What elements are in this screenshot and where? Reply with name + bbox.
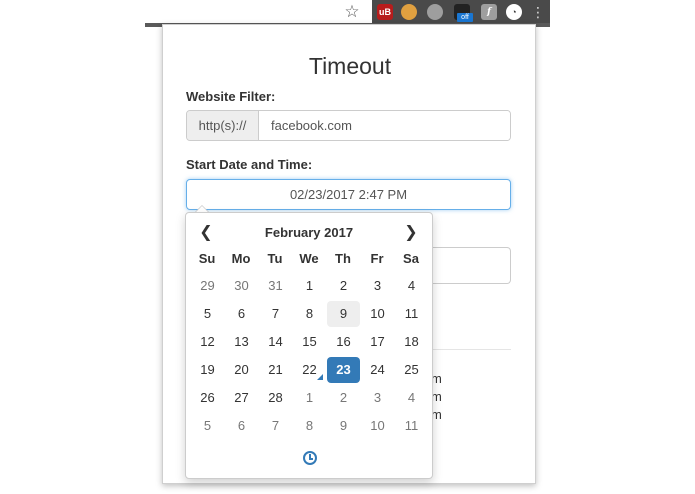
day-cell[interactable]: 25 — [395, 357, 428, 383]
ublock-icon[interactable]: uB — [377, 4, 393, 20]
day-of-week-label: Tu — [267, 251, 283, 266]
chevron-right-icon[interactable]: ❯ — [399, 223, 423, 243]
day-cell[interactable]: 7 — [259, 413, 292, 439]
day-cell[interactable]: 29 — [191, 273, 224, 299]
day-cell[interactable]: 21 — [259, 357, 292, 383]
day-cell[interactable]: 2 — [327, 273, 360, 299]
protocol-addon: http(s):// — [187, 111, 259, 140]
datepicker-month-title[interactable]: February 2017 — [226, 223, 392, 243]
day-cell[interactable]: 6 — [225, 413, 258, 439]
day-cell[interactable]: 16 — [327, 329, 360, 355]
day-cell[interactable]: 20 — [225, 357, 258, 383]
day-of-week-label: Mo — [231, 251, 251, 266]
extensions-bar: uB off f ◔ ⋮ — [372, 0, 550, 23]
day-cell[interactable]: 9 — [327, 413, 360, 439]
day-cell[interactable]: 7 — [259, 301, 292, 327]
day-cell[interactable]: 11 — [395, 301, 428, 327]
day-cell[interactable]: 24 — [361, 357, 394, 383]
day-cell[interactable]: 12 — [191, 329, 224, 355]
day-cell[interactable]: 30 — [225, 273, 258, 299]
website-filter-label: Website Filter: — [186, 89, 276, 104]
day-cell[interactable]: 5 — [191, 301, 224, 327]
day-cell[interactable]: 3 — [361, 385, 394, 411]
grey-circle-icon[interactable] — [427, 4, 443, 20]
start-datetime-input[interactable] — [186, 179, 511, 210]
website-filter-group: http(s):// — [186, 110, 511, 141]
day-cell[interactable]: 27 — [225, 385, 258, 411]
day-cell[interactable]: 10 — [361, 413, 394, 439]
day-cell[interactable]: 6 — [225, 301, 258, 327]
day-cell[interactable]: 11 — [395, 413, 428, 439]
selected-day-cell[interactable]: 23 — [327, 357, 360, 383]
cookie-icon[interactable] — [401, 4, 417, 20]
kebab-menu-icon[interactable]: ⋮ — [531, 2, 545, 22]
day-cell[interactable]: 8 — [293, 413, 326, 439]
day-cell[interactable]: 5 — [191, 413, 224, 439]
star-outline-icon[interactable]: ☆ — [344, 2, 360, 22]
day-cell[interactable]: 8 — [293, 301, 326, 327]
day-cell[interactable]: 2 — [327, 385, 360, 411]
day-cell[interactable]: 4 — [395, 385, 428, 411]
day-of-week-label: Th — [335, 251, 351, 266]
day-cell[interactable]: 4 — [395, 273, 428, 299]
popup-title: Timeout — [308, 53, 392, 79]
datepicker: ❮ February 2017 ❯ Su Mo Tu We Th Fr Sa 29 30 31 1… — [185, 212, 433, 479]
font-icon[interactable]: f — [481, 4, 497, 20]
day-cell[interactable]: 10 — [361, 301, 394, 327]
day-of-week-label: Fr — [370, 251, 384, 266]
day-cell[interactable]: 9 — [327, 301, 360, 327]
browser-toolbar: ☆ uB off f ◔ ⋮ — [145, 0, 550, 27]
day-of-week-label: Sa — [403, 251, 419, 266]
day-cell[interactable]: 3 — [361, 273, 394, 299]
website-filter-input[interactable] — [259, 111, 510, 140]
day-cell[interactable]: 31 — [259, 273, 292, 299]
clock-icon[interactable] — [303, 451, 317, 465]
day-cell[interactable]: 19 — [191, 357, 224, 383]
day-cell[interactable]: 26 — [191, 385, 224, 411]
day-cell[interactable]: 28 — [259, 385, 292, 411]
day-cell[interactable]: 13 — [225, 329, 258, 355]
day-cell[interactable]: 1 — [293, 273, 326, 299]
day-cell[interactable]: 22 — [293, 357, 326, 383]
start-datetime-label: Start Date and Time: — [186, 157, 313, 172]
day-cell[interactable]: 14 — [259, 329, 292, 355]
day-cell[interactable]: 1 — [293, 385, 326, 411]
day-of-week-label: Su — [198, 251, 216, 266]
chevron-left-icon[interactable]: ❮ — [194, 223, 218, 243]
day-cell[interactable]: 15 — [293, 329, 326, 355]
timeout-extension-icon[interactable]: ◔ — [506, 4, 522, 20]
day-cell[interactable]: 18 — [395, 329, 428, 355]
day-cell[interactable]: 17 — [361, 329, 394, 355]
off-badge: off — [457, 13, 473, 22]
day-of-week-label: We — [299, 251, 319, 266]
